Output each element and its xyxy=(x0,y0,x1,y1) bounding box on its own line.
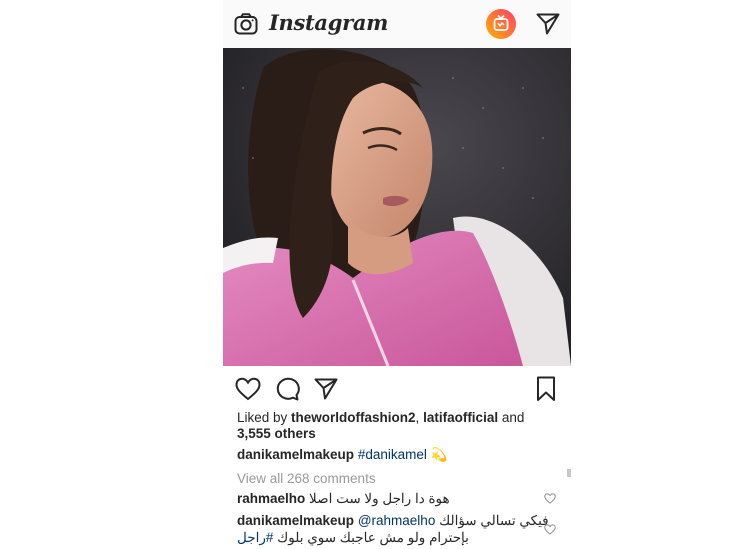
comment-text: بإحترام ولو مش عاجبك سوي بلوك xyxy=(277,530,469,545)
instagram-logo: Instagram xyxy=(269,10,389,35)
caption-emoji: 💫 xyxy=(430,447,448,462)
comment-like-icon[interactable] xyxy=(544,493,556,504)
view-all-comments-link[interactable]: View all 268 comments xyxy=(237,470,557,487)
comment-username[interactable]: rahmaelho xyxy=(237,491,305,506)
share-icon[interactable] xyxy=(314,378,338,400)
liked-by-prefix: Liked by xyxy=(237,410,292,425)
instagram-feed: Instagram Liked by theworldoffashion2, l… xyxy=(223,0,571,549)
comment-item: rahmaelho هوة دا راجل ولا ست اصلا xyxy=(237,490,557,507)
liked-and: and xyxy=(498,410,525,425)
liked-others-link[interactable]: 3,555 others xyxy=(237,426,316,441)
heart-icon[interactable] xyxy=(235,377,261,401)
comment-text: هوة دا راجل ولا ست اصلا xyxy=(309,491,450,506)
comment-username[interactable]: danikamelmakeup xyxy=(237,513,354,528)
caption-username[interactable]: danikamelmakeup xyxy=(237,447,354,462)
post-caption: danikamelmakeup #danikamel 💫 xyxy=(237,446,557,463)
caption-hashtag[interactable]: #danikamel xyxy=(358,447,427,462)
post-photo[interactable] xyxy=(223,48,571,367)
comment-mention[interactable]: @rahmaelho xyxy=(358,513,436,528)
top-bar: Instagram xyxy=(223,0,571,49)
direct-message-icon[interactable] xyxy=(536,13,560,35)
camera-icon[interactable] xyxy=(234,13,258,35)
comment-item: danikamelmakeup @rahmaelho فيكي تسالي سؤ… xyxy=(237,512,557,529)
scrollbar-thumb[interactable] xyxy=(567,469,571,477)
bookmark-icon[interactable] xyxy=(536,376,556,402)
post-photo-illustration xyxy=(223,48,571,367)
comment-continuation: بإحترام ولو مش عاجبك سوي بلوك #راجل xyxy=(237,529,557,546)
likes-summary: Liked by theworldoffashion2, latifaoffic… xyxy=(237,410,557,442)
liked-user-link[interactable]: theworldoffashion2 xyxy=(291,410,416,425)
liked-user-link[interactable]: latifaofficial xyxy=(423,410,498,425)
comment-like-icon[interactable] xyxy=(544,524,556,535)
post-actions xyxy=(223,372,571,406)
comment-text: فيكي تسالي سؤالك xyxy=(439,513,549,528)
liked-separator: , xyxy=(415,410,424,425)
comment-hashtag[interactable]: #راجل xyxy=(237,530,273,545)
comment-icon[interactable] xyxy=(275,377,300,401)
igtv-icon[interactable] xyxy=(486,9,516,39)
